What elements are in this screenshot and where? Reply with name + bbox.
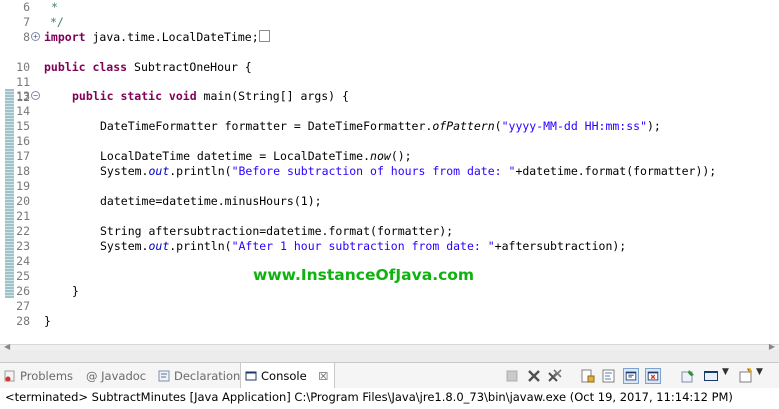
line-number: 19 — [16, 179, 30, 193]
watermark-text: www.InstanceOfJava.com — [253, 266, 475, 284]
code-line: 21 — [0, 209, 779, 224]
expand-fold-icon[interactable]: + — [31, 32, 40, 41]
code-line: 22 String aftersubtraction=datetime.form… — [0, 224, 779, 239]
code-line: 14 — [0, 104, 779, 119]
pin-console-icon[interactable] — [680, 368, 696, 384]
method-close-brace: } — [72, 284, 79, 298]
tab-problems[interactable]: Problems — [4, 363, 73, 389]
line-number: 16 — [16, 134, 30, 148]
code-line: 13 − public static void main(String[] ar… — [0, 89, 779, 104]
code-line: 18 System.out.println("Before subtractio… — [0, 164, 779, 179]
console-output-status: <terminated> SubtractMinutes [Java Appli… — [0, 388, 779, 409]
tab-console[interactable]: Console ☒ — [240, 363, 336, 390]
import-statement: import java.time.LocalDateTime; — [44, 30, 270, 45]
code-line: 17 LocalDateTime datetime = LocalDateTim… — [0, 149, 779, 164]
show-console-on-error-icon[interactable] — [645, 368, 661, 384]
problems-icon — [4, 365, 16, 382]
code-line: 11 — [0, 75, 779, 90]
code-line: 23 System.out.println("After 1 hour subt… — [0, 239, 779, 254]
println-after-statement: System.out.println("After 1 hour subtrac… — [100, 239, 627, 253]
chevron-down-icon[interactable]: ▼ — [756, 367, 763, 377]
line-number: 10 — [16, 60, 30, 74]
word-wrap-icon[interactable] — [601, 368, 617, 384]
line-number: 17 — [16, 149, 30, 163]
code-line: 27 — [0, 299, 779, 314]
comment-text: * — [51, 0, 58, 14]
code-line: 10 public class SubtractOneHour { — [0, 60, 779, 75]
panel-sash[interactable] — [0, 350, 779, 362]
code-line: 20 datetime=datetime.minusHours(1); — [0, 194, 779, 209]
open-console-icon[interactable] — [738, 368, 754, 384]
code-line: 8 + import java.time.LocalDateTime; — [0, 30, 779, 45]
formatter-statement: DateTimeFormatter formatter = DateTimeFo… — [100, 119, 661, 133]
line-number: 23 — [16, 239, 30, 253]
line-number: 18 — [16, 164, 30, 178]
collapse-fold-icon[interactable]: − — [31, 91, 40, 100]
minus-hours-statement: datetime=datetime.minusHours(1); — [100, 194, 322, 208]
terminate-icon[interactable] — [504, 368, 520, 384]
format-statement: String aftersubtraction=datetime.format(… — [100, 224, 454, 238]
display-selected-console-icon[interactable] — [703, 368, 719, 384]
code-line: 7 */ — [0, 15, 779, 30]
tab-javadoc[interactable]: @ Javadoc — [86, 363, 146, 389]
code-line: 16 — [0, 134, 779, 149]
console-icon — [245, 365, 257, 381]
class-close-brace: } — [44, 314, 51, 328]
code-line: 15 DateTimeFormatter formatter = DateTim… — [0, 119, 779, 134]
scroll-lock-icon[interactable] — [580, 368, 596, 384]
datetime-statement: LocalDateTime datetime = LocalDateTime.n… — [100, 149, 412, 163]
line-number: 6 — [23, 0, 30, 14]
collapsed-region-icon[interactable] — [258, 30, 270, 42]
method-declaration: public static void main(String[] args) { — [72, 89, 349, 103]
line-number: 21 — [16, 209, 30, 223]
line-number: 27 — [16, 299, 30, 313]
class-declaration: public class SubtractOneHour { — [44, 60, 252, 74]
code-line: 28 } — [0, 314, 779, 329]
code-editor[interactable]: 6 * 7 */ 8 + import java.time.LocalDateT… — [0, 0, 779, 346]
line-number: 7 — [23, 15, 30, 29]
line-number: 8 — [23, 30, 30, 44]
line-number: 14 — [16, 104, 30, 118]
declaration-icon — [158, 365, 170, 382]
line-number: 28 — [16, 314, 30, 328]
tab-declaration[interactable]: Declaration — [158, 363, 240, 389]
line-number: 13 — [16, 89, 30, 103]
remove-launch-icon[interactable] — [526, 368, 542, 384]
code-line: 26 } — [0, 284, 779, 299]
comment-text: */ — [50, 15, 64, 29]
code-line: 6 * — [0, 0, 779, 15]
bottom-panel-tabbar: Problems @ Javadoc Declaration Console ☒… — [0, 362, 779, 390]
line-number: 22 — [16, 224, 30, 238]
line-number: 11 — [16, 75, 30, 89]
line-number: 26 — [16, 284, 30, 298]
remove-all-terminated-icon[interactable] — [547, 368, 563, 384]
line-number: 24 — [16, 254, 30, 268]
close-icon[interactable]: ☒ — [318, 370, 328, 383]
code-line: 19 — [0, 179, 779, 194]
line-number: 15 — [16, 119, 30, 133]
println-before-statement: System.out.println("Before subtraction o… — [100, 164, 717, 178]
chevron-down-icon[interactable]: ▼ — [722, 367, 729, 377]
show-console-on-output-icon[interactable] — [623, 368, 639, 384]
line-number: 20 — [16, 194, 30, 208]
line-number: 25 — [16, 269, 30, 283]
